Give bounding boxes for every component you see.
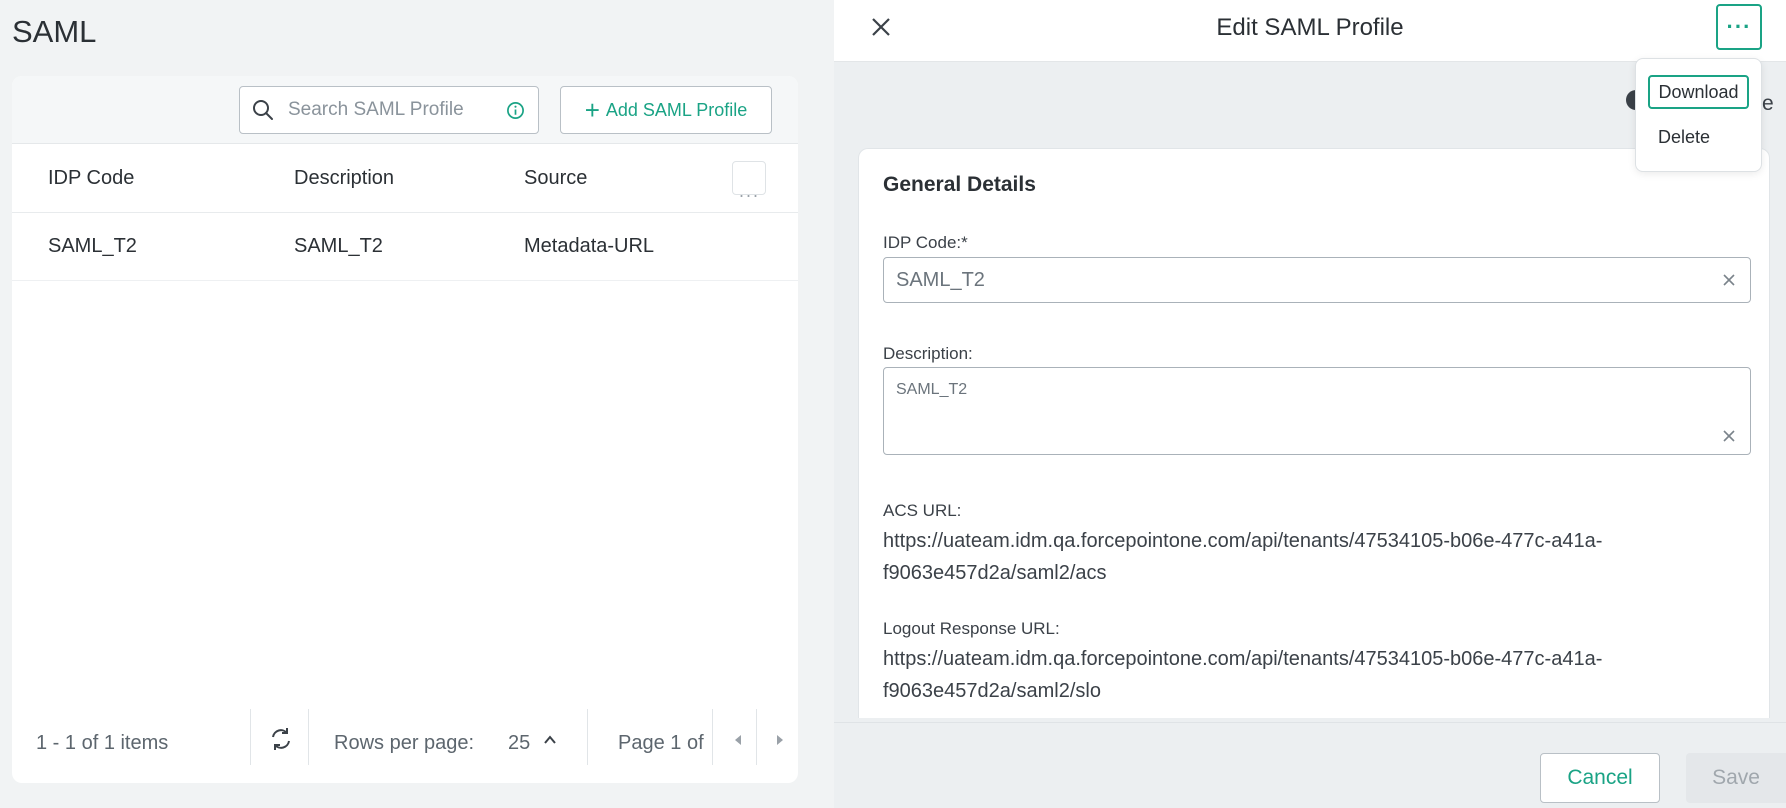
more-horizontal-icon: ··· xyxy=(1726,14,1752,39)
info-icon[interactable] xyxy=(506,101,525,120)
column-menu-button[interactable]: ··· xyxy=(732,161,766,205)
divider xyxy=(587,709,588,765)
more-actions-menu: Download Delete xyxy=(1635,58,1762,172)
divider xyxy=(756,709,757,765)
logout-response-url-value: https://uateam.idm.qa.forcepointone.com/… xyxy=(883,648,1603,702)
cancel-button[interactable]: Cancel xyxy=(1540,753,1660,803)
description-value[interactable]: SAML_T2 xyxy=(896,381,967,399)
plus-icon: + xyxy=(584,95,600,125)
more-actions-button[interactable]: ··· xyxy=(1716,4,1762,50)
logout-response-url-label: Logout Response URL: xyxy=(883,619,1060,638)
search-placeholder[interactable]: Search SAML Profile xyxy=(288,99,506,121)
status-toggle-label: e xyxy=(1762,92,1774,115)
section-title: General Details xyxy=(883,173,1036,196)
more-horizontal-icon: ··· xyxy=(738,185,760,205)
saml-list-page: SAML Search SAML Profile + Add SAML Prof… xyxy=(0,0,834,808)
cell-description: SAML_T2 xyxy=(294,235,383,257)
idp-code-value[interactable]: SAML_T2 xyxy=(896,269,985,292)
divider xyxy=(308,709,309,765)
pagination-bar: 1 - 1 of 1 items Rows per page: 25 Page … xyxy=(12,709,798,783)
chevron-up-icon[interactable] xyxy=(542,732,558,748)
general-details-card: General Details IDP Code:* SAML_T2 Descr… xyxy=(858,148,1770,718)
save-button[interactable]: Save xyxy=(1686,753,1786,803)
divider xyxy=(712,709,713,765)
previous-page-icon[interactable] xyxy=(728,730,748,750)
rows-per-page-label: Rows per page: xyxy=(334,732,475,754)
column-header-description[interactable]: Description xyxy=(294,167,394,190)
description-label: Description: xyxy=(883,344,973,363)
search-input[interactable]: Search SAML Profile xyxy=(239,86,539,134)
cell-idp-code: SAML_T2 xyxy=(48,235,137,257)
items-count: 1 - 1 of 1 items xyxy=(36,732,169,754)
menu-item-download[interactable]: Download xyxy=(1648,75,1749,109)
next-page-icon[interactable] xyxy=(770,730,790,750)
description-field[interactable]: SAML_T2 xyxy=(883,367,1751,455)
idp-code-field[interactable]: SAML_T2 xyxy=(883,257,1751,303)
divider xyxy=(250,709,251,765)
table-row[interactable]: SAML_T2 SAML_T2 Metadata-URL xyxy=(12,213,798,281)
page-indicator: Page 1 of xyxy=(618,732,704,754)
panel-header: Edit SAML Profile ··· xyxy=(834,0,1786,62)
table-toolbar: Search SAML Profile + Add SAML Profile xyxy=(12,76,798,144)
add-saml-profile-button[interactable]: + Add SAML Profile xyxy=(560,86,772,134)
idp-code-label: IDP Code:* xyxy=(883,233,968,252)
cell-source: Metadata-URL xyxy=(524,235,655,257)
panel-title: Edit SAML Profile xyxy=(1216,14,1404,41)
acs-url-label: ACS URL: xyxy=(883,501,962,520)
menu-item-delete[interactable]: Delete xyxy=(1658,127,1710,148)
table-header: IDP Code Description Source ··· xyxy=(12,144,798,213)
add-saml-profile-label: Add SAML Profile xyxy=(605,99,748,120)
search-icon xyxy=(253,100,273,120)
edit-saml-profile-panel: Edit SAML Profile ··· e General Details … xyxy=(834,0,1786,808)
rows-per-page-select[interactable]: 25 xyxy=(508,732,530,755)
clear-icon[interactable] xyxy=(1722,429,1736,443)
saml-table-card: Search SAML Profile + Add SAML Profile I… xyxy=(12,76,798,783)
refresh-icon[interactable] xyxy=(268,726,294,752)
acs-url-value: https://uateam.idm.qa.forcepointone.com/… xyxy=(883,530,1603,584)
column-header-idp-code[interactable]: IDP Code xyxy=(48,167,134,190)
clear-icon[interactable] xyxy=(1722,273,1736,287)
page-title: SAML xyxy=(12,14,97,49)
panel-footer: Cancel Save xyxy=(834,722,1786,808)
column-header-source[interactable]: Source xyxy=(524,167,587,190)
